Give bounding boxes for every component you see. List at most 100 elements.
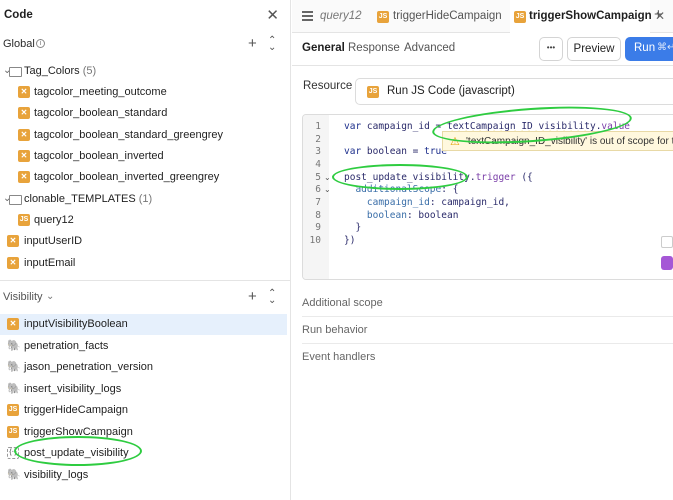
add-icon[interactable]: + <box>248 288 257 305</box>
list-item-selected[interactable]: ✕ inputVisibilityBoolean <box>0 314 287 335</box>
tab-general[interactable]: General <box>302 42 345 54</box>
sidebar-header: Code ✕ <box>0 0 291 32</box>
list-item-label: tagcolor_boolean_inverted <box>34 150 164 162</box>
add-icon[interactable]: + <box>248 35 257 52</box>
list-item[interactable]: 🐘 insert_visibility_logs <box>0 379 287 400</box>
list-item[interactable]: 🐘 visibility_logs <box>0 465 287 486</box>
folder-label: clonable_TEMPLATES (1) <box>24 193 153 205</box>
line-number: 1 <box>315 121 321 132</box>
annotation-circle <box>332 164 468 190</box>
list-item[interactable]: ✕ tagcolor_boolean_inverted <box>0 146 287 167</box>
folder-icon <box>9 195 22 205</box>
folder-label: Tag_Colors (5) <box>24 65 97 77</box>
list-item-label: query12 <box>34 214 74 226</box>
menu-icon[interactable] <box>302 11 313 23</box>
tab-response[interactable]: Response <box>348 42 400 54</box>
variable-icon: ✕ <box>7 318 19 330</box>
section-global-title: Global <box>3 38 35 50</box>
list-item-label: visibility_logs <box>24 469 89 481</box>
postgres-icon: 🐘 <box>7 469 21 481</box>
chevron-down-icon[interactable]: ⌄ <box>46 291 54 302</box>
add-tab-icon[interactable]: + <box>654 6 663 23</box>
code-line: } <box>344 222 362 233</box>
section-label: Run behavior <box>302 324 368 336</box>
line-number: 5 <box>315 172 321 183</box>
run-button[interactable]: Run ⌘↵ <box>625 37 673 61</box>
list-item[interactable]: JS triggerHideCampaign <box>0 400 287 421</box>
more-button[interactable]: ••• <box>539 37 563 61</box>
list-item[interactable]: ✕ tagcolor_boolean_standard_greengrey <box>0 125 287 146</box>
section-additional-scope[interactable]: Additional scope <box>302 290 673 317</box>
list-item-label: tagcolor_boolean_inverted_greengrey <box>34 171 220 183</box>
list-item[interactable]: ✕ inputUserID <box>0 231 287 252</box>
list-item-label: tagcolor_boolean_standard_greengrey <box>34 129 223 141</box>
js-icon: JS <box>367 86 379 98</box>
list-item[interactable]: ✕ tagcolor_boolean_inverted_greengrey <box>0 167 287 188</box>
list-item-label: inputVisibilityBoolean <box>24 318 128 330</box>
line-number: 6 <box>315 184 321 195</box>
list-item-label: inputEmail <box>24 257 76 269</box>
query-tab-bar: query12 JS triggerHideCampaign JS trigge… <box>292 0 673 33</box>
variable-icon: ✕ <box>18 150 30 162</box>
list-item-label: penetration_facts <box>24 340 109 352</box>
editor-side-icon[interactable] <box>661 236 673 248</box>
list-item[interactable]: JS query12 <box>0 210 287 231</box>
sort-icon[interactable]: ⌃ ⌄ <box>268 36 276 53</box>
list-item-label: inputUserID <box>24 235 83 247</box>
line-number: 2 <box>315 134 321 145</box>
line-number: 8 <box>315 210 321 221</box>
sort-icon[interactable]: ⌃ ⌄ <box>268 289 276 306</box>
run-shortcut: ⌘↵ <box>657 42 673 53</box>
code-line: var boolean = true <box>344 146 447 157</box>
close-icon[interactable]: ✕ <box>266 6 279 24</box>
tab-label: query12 <box>320 10 362 22</box>
postgres-icon: 🐘 <box>7 340 21 352</box>
js-icon: JS <box>7 404 19 416</box>
code-line: boolean: boolean <box>366 210 459 221</box>
variable-icon: ✕ <box>7 257 19 269</box>
tab-triggerhidecampaign[interactable]: JS triggerHideCampaign <box>377 0 505 33</box>
js-icon: JS <box>514 11 526 23</box>
list-item-label: tagcolor_meeting_outcome <box>34 86 167 98</box>
line-number: 4 <box>315 159 321 170</box>
code-sidebar: Code ✕ Global i + ⌃ ⌄ ⌄ Tag_Colors (5) ✕ … <box>0 0 291 500</box>
folder-clonable-templates[interactable]: ⌄ clonable_TEMPLATES (1) <box>0 189 287 210</box>
list-item[interactable]: ✕ tagcolor_boolean_standard <box>0 103 287 124</box>
list-item-label: triggerHideCampaign <box>24 404 128 416</box>
code-line: campaign_id: campaign_id, <box>366 197 510 208</box>
list-item[interactable]: 🐘 jason_penetration_version <box>0 357 287 378</box>
list-item-label: insert_visibility_logs <box>24 383 122 395</box>
js-icon: JS <box>377 11 389 23</box>
resource-label: Resource <box>303 80 353 92</box>
resource-select[interactable]: JS Run JS Code (javascript) <box>355 78 673 105</box>
variable-icon: ✕ <box>18 86 30 98</box>
list-item-label: jason_penetration_version <box>24 361 154 373</box>
postgres-icon: 🐘 <box>7 361 21 373</box>
line-number: 7 <box>315 197 321 208</box>
variable-icon: ✕ <box>18 129 30 141</box>
fold-chevron-icon[interactable]: ⌄ <box>324 173 331 182</box>
line-number: 10 <box>309 235 321 246</box>
list-item[interactable]: 🐘 penetration_facts <box>0 336 287 357</box>
tab-query12[interactable]: query12 <box>320 0 375 33</box>
info-icon[interactable]: i <box>36 39 45 48</box>
tab-triggershowcampaign[interactable]: JS triggerShowCampaign ✕ <box>510 0 665 33</box>
line-number: 3 <box>315 146 321 157</box>
section-label: Event handlers <box>302 351 376 363</box>
section-run-behavior[interactable]: Run behavior <box>302 317 673 344</box>
preview-button[interactable]: Preview <box>567 37 621 61</box>
section-global[interactable]: Global i + ⌃ ⌄ <box>0 34 291 56</box>
editor-gutter: 1 2 3 4 5 6 7 8 9 10 <box>303 115 329 279</box>
fold-chevron-icon[interactable]: ⌄ <box>324 185 331 194</box>
section-event-handlers[interactable]: Event handlers <box>302 344 673 371</box>
line-number: 9 <box>315 222 321 233</box>
folder-tag-colors[interactable]: ⌄ Tag_Colors (5) <box>0 61 287 82</box>
tab-label: triggerShowCampaign <box>529 10 652 22</box>
assist-icon[interactable] <box>661 256 673 270</box>
list-item[interactable]: ✕ inputEmail <box>0 253 287 274</box>
section-visibility[interactable]: Visibility ⌄ + ⌃ ⌄ <box>0 287 291 309</box>
list-item[interactable]: ✕ tagcolor_meeting_outcome <box>0 82 287 103</box>
variable-icon: ✕ <box>7 235 19 247</box>
tab-advanced[interactable]: Advanced <box>404 42 455 54</box>
tab-label: triggerHideCampaign <box>393 10 502 22</box>
